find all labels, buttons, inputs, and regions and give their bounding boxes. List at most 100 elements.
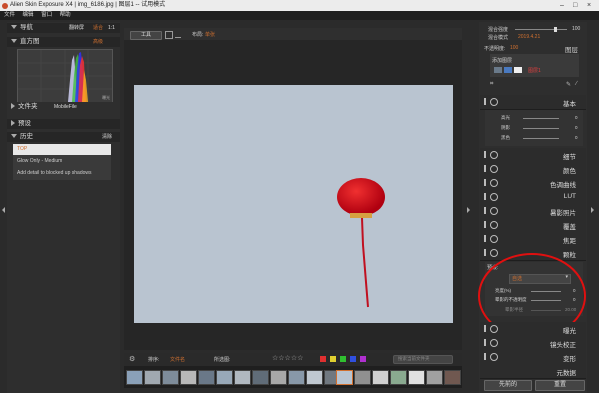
panel-exposure-header[interactable]: 曝光 — [480, 322, 586, 337]
close-icon[interactable]: × — [587, 0, 591, 11]
layout-value[interactable]: 单张 — [205, 31, 215, 38]
history-item[interactable]: Add detail to blocked up shadows — [13, 168, 111, 180]
layer-thumbnail[interactable] — [494, 67, 502, 73]
film-thumbnail[interactable] — [306, 370, 323, 385]
panel-detail-header[interactable]: 细节 — [480, 148, 586, 163]
nav-fit-screen[interactable]: 翻转屏 — [69, 23, 84, 33]
layer-opacity-value[interactable]: 100 — [510, 45, 518, 51]
panel-toggle-icon[interactable] — [484, 235, 486, 242]
panel-toggle-icon[interactable] — [484, 339, 486, 346]
panel-reset-icon[interactable] — [490, 151, 498, 159]
nav-1to1[interactable]: 1:1 — [108, 23, 115, 33]
eraser-icon[interactable]: ∕ — [576, 81, 577, 87]
panel-toggle-icon[interactable] — [484, 98, 486, 105]
menu-window[interactable]: 窗口 — [41, 12, 52, 18]
film-thumbnail[interactable] — [144, 370, 161, 385]
menu-file[interactable]: 文件 — [4, 12, 15, 18]
layer-mask-thumbnail[interactable] — [504, 67, 512, 73]
brush-icon[interactable]: ✎ — [566, 81, 571, 88]
film-thumbnail[interactable] — [354, 370, 371, 385]
blend-value[interactable]: 2019.4.21 — [518, 34, 540, 40]
opacity-slider[interactable] — [515, 29, 567, 30]
basic-slider[interactable] — [523, 128, 559, 129]
layer-mask-white[interactable] — [514, 67, 522, 73]
film-thumbnail[interactable] — [426, 370, 443, 385]
layer-name[interactable]: 图层1 — [528, 67, 541, 74]
collapse-right-icon[interactable] — [591, 207, 594, 213]
nav-header[interactable]: 导航 翻转屏 适合 1:1 — [7, 23, 120, 33]
history-header[interactable]: 历史 清除 — [7, 132, 120, 142]
crop-icon[interactable]: ⌗ — [490, 81, 493, 88]
basic-slider[interactable] — [523, 118, 559, 119]
add-layer-button[interactable]: 添加图层 — [492, 57, 512, 64]
film-thumbnail[interactable] — [252, 370, 269, 385]
film-thumbnail[interactable] — [390, 370, 407, 385]
color-label-purple-icon[interactable] — [360, 356, 366, 362]
panel-curves-header[interactable]: 色调曲线 — [480, 176, 586, 191]
film-thumbnail[interactable] — [270, 370, 287, 385]
panel-reset-icon[interactable] — [490, 353, 498, 361]
panel-reset-icon[interactable] — [490, 179, 498, 187]
minimize-icon[interactable]: – — [560, 0, 564, 11]
color-label-blue-icon[interactable] — [350, 356, 356, 362]
film-thumbnail[interactable] — [180, 370, 197, 385]
film-thumbnail[interactable] — [288, 370, 305, 385]
sort-value[interactable]: 文件名 — [170, 356, 185, 363]
panel-reset-icon[interactable] — [490, 98, 498, 106]
film-thumbnail[interactable] — [234, 370, 251, 385]
history-clear-button[interactable]: 清除 — [102, 132, 112, 142]
panel-transform-header[interactable]: 变形 — [480, 350, 586, 365]
collapse-center-icon[interactable] — [467, 207, 470, 213]
panel-color-header[interactable]: 颜色 — [480, 162, 586, 177]
film-thumbnail-selected[interactable] — [336, 370, 353, 385]
nav-fit[interactable]: 适合 — [93, 23, 103, 33]
panel-reset-icon[interactable] — [490, 339, 498, 347]
maximize-icon[interactable]: □ — [573, 0, 577, 11]
film-thumbnail[interactable] — [162, 370, 179, 385]
film-thumbnail[interactable] — [372, 370, 389, 385]
panel-reset-icon[interactable] — [490, 325, 498, 333]
film-thumbnail[interactable] — [408, 370, 425, 385]
panel-toggle-icon[interactable] — [484, 151, 486, 158]
panel-lut-header[interactable]: LUT — [480, 190, 586, 205]
panel-toggle-icon[interactable] — [484, 179, 486, 186]
grid-view-icon[interactable] — [165, 31, 173, 39]
settings-gear-icon[interactable]: ⚙ — [129, 355, 135, 363]
panel-basic-header[interactable]: 基本 — [480, 95, 586, 110]
panel-toggle-icon[interactable] — [484, 193, 486, 200]
menu-edit[interactable]: 编辑 — [23, 12, 34, 18]
history-item[interactable]: Glow Only - Medium — [13, 156, 111, 168]
film-thumbnail[interactable] — [126, 370, 143, 385]
search-input[interactable]: 搜索当前文件夹 — [393, 355, 453, 364]
panel-toggle-icon[interactable] — [484, 353, 486, 360]
film-thumbnail[interactable] — [444, 370, 461, 385]
panel-toggle-icon[interactable] — [484, 165, 486, 172]
panel-vignette-header[interactable]: 暑影照片 — [480, 204, 586, 219]
panel-reset-icon[interactable] — [490, 193, 498, 201]
reset-button[interactable]: 重置 — [535, 380, 585, 391]
tool-button[interactable]: 工具 — [130, 31, 162, 40]
color-label-green-icon[interactable] — [340, 356, 346, 362]
rating-stars-icon[interactable]: ☆☆☆☆☆ — [272, 354, 303, 362]
panel-reset-icon[interactable] — [490, 235, 498, 243]
panel-reset-icon[interactable] — [490, 207, 498, 215]
panel-toggle-icon[interactable] — [484, 325, 486, 332]
film-thumbnail[interactable] — [216, 370, 233, 385]
collapse-left-icon[interactable] — [2, 207, 5, 213]
basic-slider[interactable] — [523, 138, 559, 139]
color-label-yellow-icon[interactable] — [330, 356, 336, 362]
menu-help[interactable]: 帮助 — [60, 12, 71, 18]
panel-toggle-icon[interactable] — [484, 207, 486, 214]
panel-toggle-icon[interactable] — [484, 221, 486, 228]
opacity-knob[interactable] — [554, 27, 557, 32]
color-label-red-icon[interactable] — [320, 356, 326, 362]
histogram-header[interactable]: 直方图 高级 — [7, 37, 120, 47]
panel-focus-header[interactable]: 焦距 — [480, 232, 586, 247]
folder-header[interactable]: 文件夹 MobileFile — [7, 102, 120, 112]
previous-button[interactable]: 先前的 — [484, 380, 532, 391]
preset-header[interactable]: 预设 — [7, 119, 120, 129]
panel-metadata-header[interactable]: 元数据 — [480, 364, 586, 379]
panel-overlay-header[interactable]: 覆盖 — [480, 218, 586, 233]
compare-view-icon[interactable] — [175, 32, 181, 38]
panel-reset-icon[interactable] — [490, 165, 498, 173]
